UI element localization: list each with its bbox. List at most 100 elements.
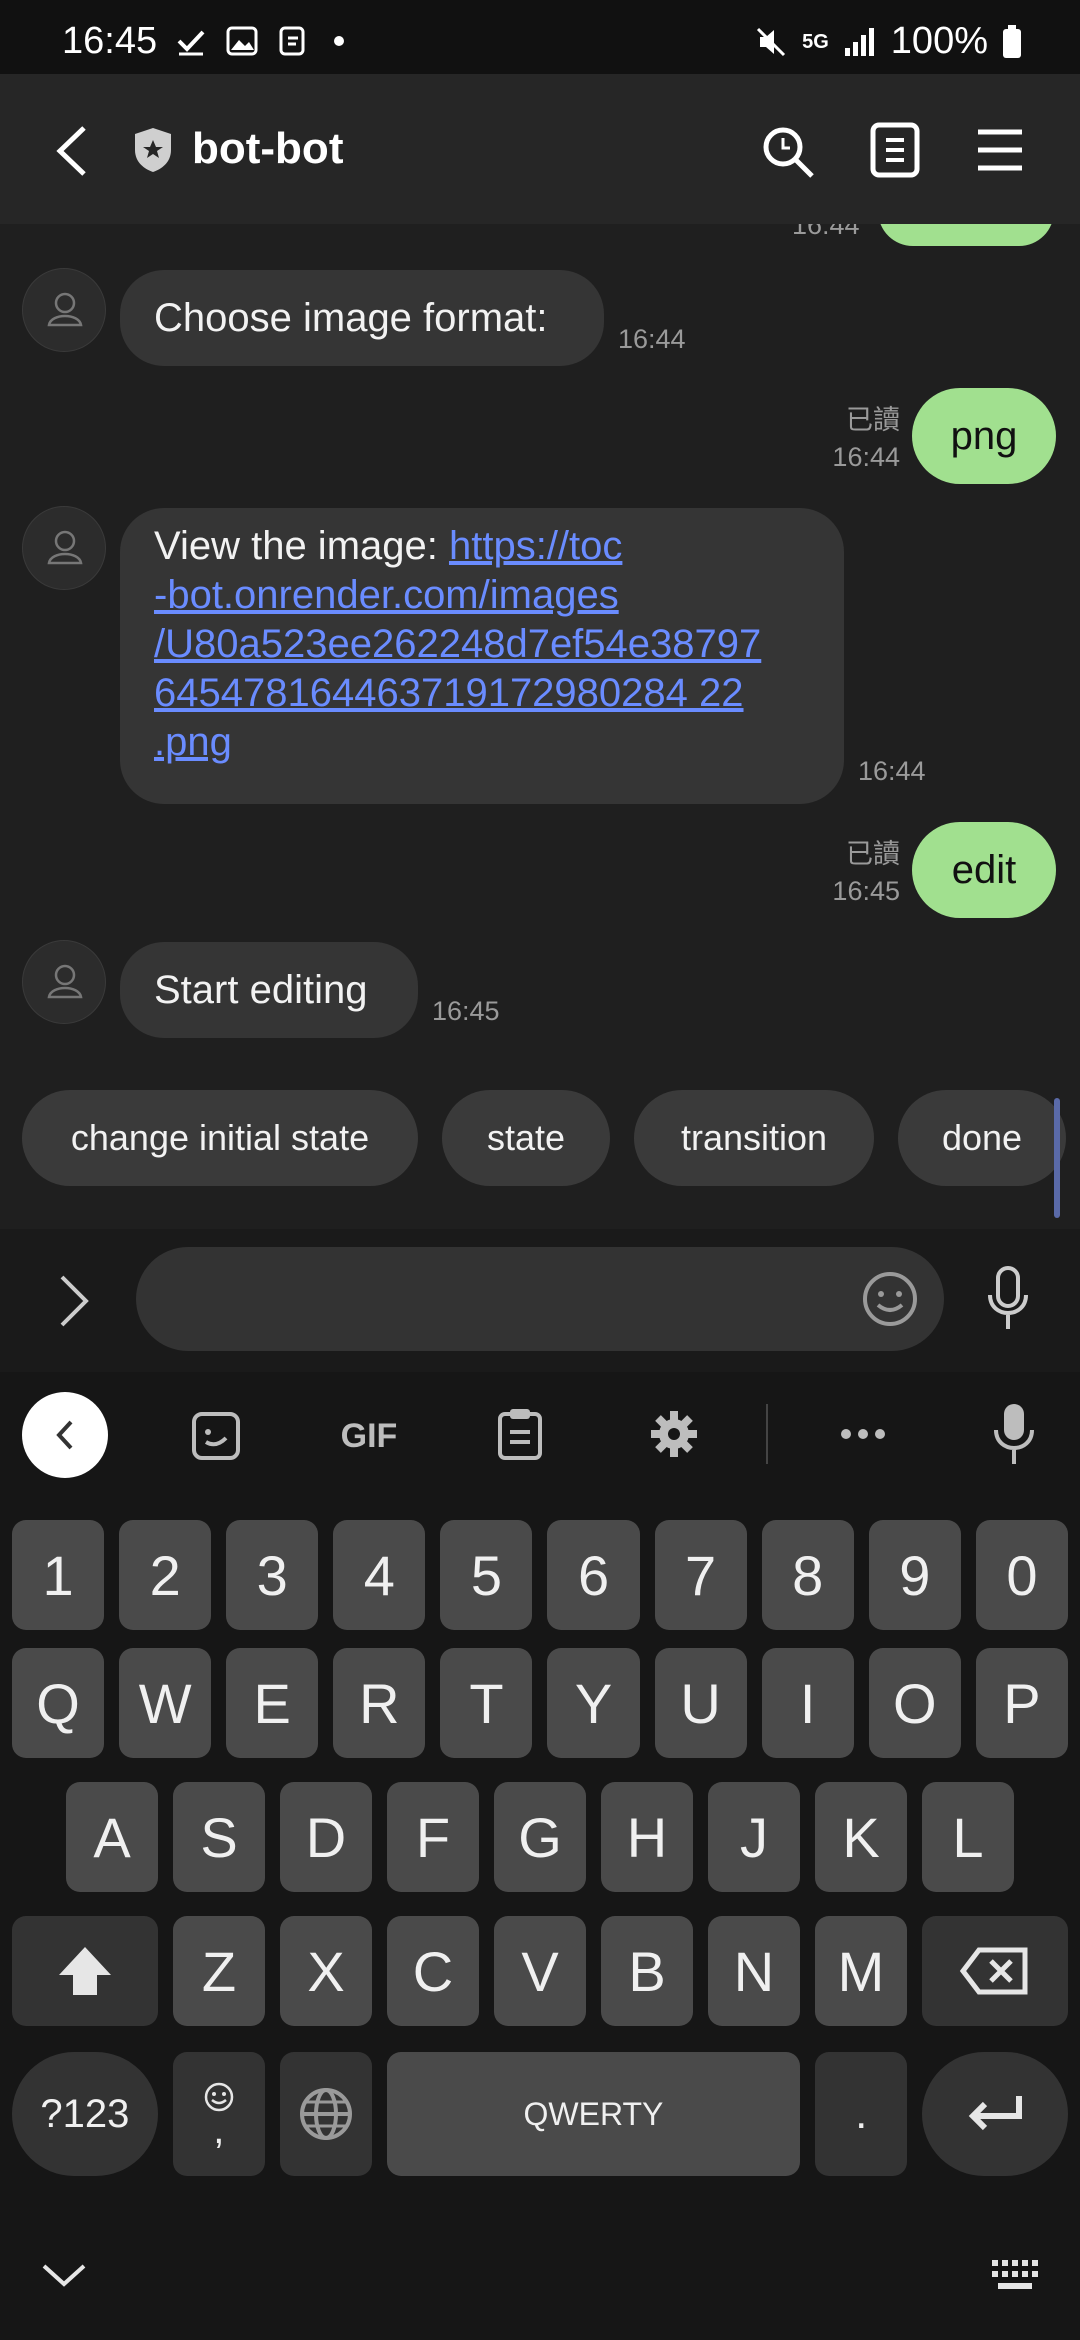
message-input-bar [0,1229,1080,1372]
message-bubble-incoming[interactable]: View the image: https://toc -bot.onrender… [120,508,844,804]
quick-reply-bar[interactable]: change initial state state transition do… [22,1090,1080,1190]
microphone-icon[interactable] [984,1265,1032,1333]
enter-key[interactable] [922,2052,1068,2176]
key[interactable]: V [494,1916,586,2026]
gif-button[interactable]: GIF [324,1410,414,1462]
key[interactable]: R [333,1648,426,1758]
message-timestamp: 16:44 [618,324,686,354]
read-label: 已讀 [846,839,900,869]
message-text: edit [951,847,1017,892]
message-bubble-outgoing[interactable]: edit [912,822,1056,918]
key[interactable]: D [280,1782,372,1892]
key[interactable]: 3 [226,1520,319,1630]
key[interactable]: S [173,1782,265,1892]
message-input[interactable] [136,1247,944,1351]
key[interactable]: 2 [119,1520,212,1630]
notification-icons [176,26,344,56]
key[interactable]: J [708,1782,800,1892]
shift-key[interactable] [12,1916,158,2026]
key[interactable]: N [708,1916,800,2026]
chat-messages[interactable]: 16:44 Choose image format: 16:44 已讀 16:4… [0,224,1080,1229]
system-indicators: 5G 100% [754,20,1022,63]
clipboard-icon[interactable] [496,1406,544,1462]
key[interactable]: G [494,1782,586,1892]
key[interactable]: A [66,1782,158,1892]
back-arrow-icon[interactable] [52,124,92,178]
keyboard-switch-icon[interactable] [990,2258,1040,2292]
key[interactable]: O [868,1648,961,1758]
previous-timestamp: 16:44 [792,224,860,240]
voice-input-icon[interactable] [992,1402,1036,1466]
quick-reply-chip[interactable]: state [442,1090,610,1186]
quick-reply-chip[interactable]: transition [634,1090,874,1186]
emoji-comma-key[interactable]: , [172,2052,265,2176]
key[interactable]: 0 [975,1520,1068,1630]
quick-reply-scrollbar[interactable] [1054,1098,1060,1218]
key[interactable]: X [280,1916,372,2026]
bot-avatar[interactable] [22,940,106,1024]
message-bubble-incoming[interactable]: Choose image format: [120,270,604,366]
key[interactable]: T [440,1648,533,1758]
emoji-icon[interactable] [860,1269,920,1329]
expand-chevron-icon[interactable] [56,1273,92,1329]
period-key[interactable]: . [815,2052,908,2176]
enter-arrow-icon [968,2096,1023,2131]
link-line: 645478164463719172980284 22 [154,671,744,715]
key[interactable]: E [226,1648,319,1758]
link-line: .png [154,720,232,764]
keyboard-collapse-toolbar-button[interactable] [22,1392,108,1478]
chat-header: bot-bot [0,74,1080,224]
official-shield-icon [135,128,171,172]
notes-icon[interactable] [870,122,920,178]
key[interactable]: M [815,1916,907,2026]
key[interactable]: 7 [654,1520,747,1630]
read-label: 已讀 [846,405,900,435]
key[interactable]: 5 [440,1520,533,1630]
quick-reply-chip[interactable]: done [898,1090,1066,1186]
read-status: 已讀 16:45 [800,836,900,910]
qwerty-row: Q W E R T Y U I O P [12,1648,1068,1758]
key[interactable]: P [975,1648,1068,1758]
symbols-key[interactable]: ?123 [12,2052,158,2176]
hide-keyboard-chevron-icon[interactable] [40,2260,88,2290]
key[interactable]: Z [173,1916,265,2026]
status-bar: 16:45 5G 100% [0,0,1080,74]
space-key[interactable]: QWERTY [386,2052,801,2176]
gallery-icon [226,26,258,56]
quick-reply-chip[interactable]: change initial state [22,1090,418,1186]
key[interactable]: I [761,1648,854,1758]
message-text: Choose image format: [154,296,548,340]
search-icon[interactable] [760,124,816,180]
key[interactable]: Q [12,1648,105,1758]
key[interactable]: 4 [333,1520,426,1630]
key[interactable]: C [387,1916,479,2026]
key[interactable]: 6 [547,1520,640,1630]
key[interactable]: 9 [868,1520,961,1630]
message-bubble-outgoing[interactable]: png [912,388,1056,484]
person-icon [47,530,83,565]
key[interactable]: K [815,1782,907,1892]
bot-avatar[interactable] [22,506,106,590]
globe-icon [299,2088,352,2140]
menu-icon[interactable] [976,128,1024,172]
key[interactable]: B [601,1916,693,2026]
message-text: png [950,413,1018,458]
more-icon[interactable] [840,1428,886,1440]
link-line: -bot.onrender.com/images [154,573,619,617]
key[interactable]: 1 [12,1520,105,1630]
keyboard: GIF 1 2 3 4 5 6 7 8 9 0 Q W E R T Y U I … [0,1372,1080,2340]
key[interactable]: W [119,1648,212,1758]
key[interactable]: F [387,1782,479,1892]
key[interactable]: U [654,1648,747,1758]
message-bubble-incoming[interactable]: Start editing [120,942,418,1038]
language-key[interactable] [279,2052,372,2176]
key[interactable]: H [601,1782,693,1892]
key[interactable]: L [922,1782,1014,1892]
check-icon [177,30,205,56]
key[interactable]: Y [547,1648,640,1758]
key[interactable]: 8 [761,1520,854,1630]
bot-avatar[interactable] [22,268,106,352]
settings-gear-icon[interactable] [648,1408,700,1460]
backspace-key[interactable] [922,1916,1068,2026]
sticker-icon[interactable] [190,1410,242,1462]
